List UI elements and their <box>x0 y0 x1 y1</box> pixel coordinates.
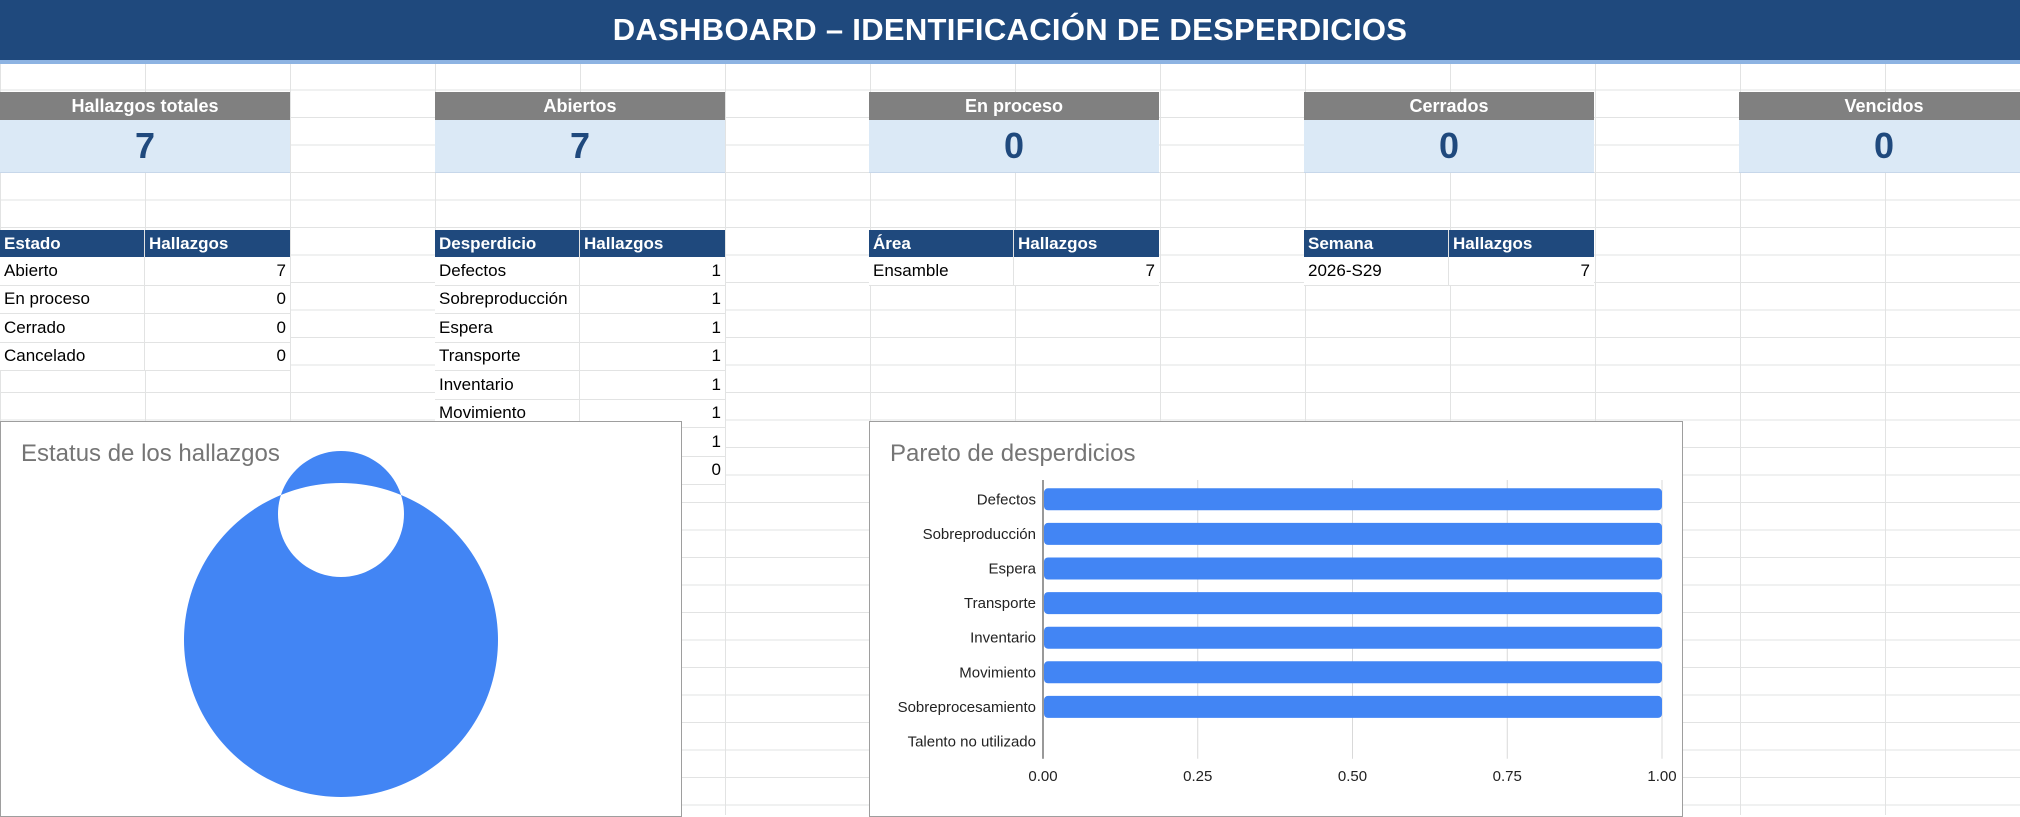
area-col-header: Área <box>869 230 1014 257</box>
donut-slice-abierto[interactable] <box>183 451 498 797</box>
kpi-open: Abiertos 7 <box>435 92 725 173</box>
waste-cell[interactable]: Defectos <box>435 257 580 285</box>
table-row[interactable]: Inventario 1 <box>435 371 725 400</box>
table-row[interactable]: Cancelado 0 <box>0 342 290 371</box>
kpi-total: Hallazgos totales 7 <box>0 92 290 173</box>
status-cell[interactable]: Abierto <box>0 257 145 285</box>
area-cell[interactable]: Ensamble <box>869 257 1014 285</box>
kpi-total-value[interactable]: 7 <box>0 120 290 173</box>
week-cell[interactable]: 2026-S29 <box>1304 257 1449 285</box>
status-chart[interactable]: Estatus de los hallazgos <box>0 421 682 817</box>
status-table-header: Estado Hallazgos <box>0 230 290 257</box>
table-row[interactable]: Espera 1 <box>435 314 725 343</box>
count-cell[interactable]: 1 <box>580 314 725 342</box>
status-col-header: Estado <box>0 230 145 257</box>
count-cell[interactable]: 7 <box>1449 257 1594 285</box>
kpi-in-process: En proceso 0 <box>869 92 1159 173</box>
week-col-header: Semana <box>1304 230 1449 257</box>
category-label: Movimiento <box>959 664 1036 681</box>
category-label: Defectos <box>977 491 1036 508</box>
kpi-overdue: Vencidos 0 <box>1739 92 2020 173</box>
count-cell[interactable]: 7 <box>1014 257 1159 285</box>
findings-col-header: Hallazgos <box>149 233 229 253</box>
bar-movimiento[interactable] <box>1044 661 1662 684</box>
status-cell[interactable]: En proceso <box>0 285 145 313</box>
count-cell[interactable]: 0 <box>145 343 290 371</box>
count-cell[interactable]: 0 <box>145 314 290 342</box>
count-cell[interactable]: 7 <box>145 257 290 285</box>
kpi-closed: Cerrados 0 <box>1304 92 1594 173</box>
waste-cell[interactable]: Sobreproducción <box>435 285 580 313</box>
week-table-header: Semana Hallazgos <box>1304 230 1594 257</box>
status-cell[interactable]: Cancelado <box>0 342 145 370</box>
table-row[interactable]: Transporte 1 <box>435 342 725 371</box>
findings-col-header: Hallazgos <box>1018 233 1098 253</box>
category-label: Inventario <box>970 630 1036 647</box>
category-label: Espera <box>988 561 1036 578</box>
waste-col-header: Desperdicio <box>435 230 580 257</box>
count-cell[interactable]: 0 <box>145 286 290 314</box>
week-table: Semana Hallazgos 2026-S29 7 <box>1304 230 1594 286</box>
kpi-total-label: Hallazgos totales <box>0 92 290 120</box>
category-label: Talento no utilizado <box>908 734 1036 751</box>
table-row[interactable]: En proceso 0 <box>0 285 290 314</box>
bar-sobreproducción[interactable] <box>1044 522 1662 545</box>
waste-cell[interactable]: Espera <box>435 314 580 342</box>
table-row[interactable]: 2026-S29 7 <box>1304 257 1594 286</box>
kpi-in-process-value[interactable]: 0 <box>869 120 1159 173</box>
table-row[interactable]: Defectos 1 <box>435 257 725 286</box>
pareto-chart-canvas: 0.00 0.25 0.50 0.75 1.00 Defectos Sobreproducc… <box>898 480 1677 785</box>
dashboard-title: DASHBOARD – IDENTIFICACIÓN DE DESPERDICI… <box>0 0 2020 64</box>
bar-defectos[interactable] <box>1044 488 1662 511</box>
count-cell[interactable]: 1 <box>580 371 725 399</box>
bar-sobreprocesamiento[interactable] <box>1044 695 1662 718</box>
waste-table-header: Desperdicio Hallazgos <box>435 230 725 257</box>
findings-col-header: Hallazgos <box>1453 233 1533 253</box>
findings-col-header: Hallazgos <box>584 233 664 253</box>
bar-espera[interactable] <box>1044 557 1662 580</box>
count-cell[interactable]: 1 <box>580 343 725 371</box>
waste-cell[interactable]: Transporte <box>435 342 580 370</box>
pareto-chart[interactable]: Pareto de desperdicios 0.00 0.25 0.50 0.75 1… <box>869 421 1683 817</box>
x-tick-label: 1.00 <box>1647 768 1676 785</box>
kpi-closed-value[interactable]: 0 <box>1304 120 1594 173</box>
count-cell[interactable]: 1 <box>580 257 725 285</box>
status-chart-canvas <box>183 451 498 797</box>
table-row[interactable]: Sobreproducción 1 <box>435 285 725 314</box>
kpi-overdue-label: Vencidos <box>1739 92 2020 120</box>
bar-transporte[interactable] <box>1044 592 1662 615</box>
table-row[interactable]: Ensamble 7 <box>869 257 1159 286</box>
category-label: Sobreproducción <box>923 526 1036 543</box>
kpi-in-process-label: En proceso <box>869 92 1159 120</box>
table-row[interactable]: Cerrado 0 <box>0 314 290 343</box>
bar-inventario[interactable] <box>1044 626 1662 649</box>
kpi-open-value[interactable]: 7 <box>435 120 725 173</box>
x-tick-label: 0.50 <box>1338 768 1367 785</box>
table-row[interactable]: Abierto 7 <box>0 257 290 286</box>
status-table: Estado Hallazgos Abierto 7 En proceso 0 Ce… <box>0 230 290 371</box>
x-tick-label: 0.00 <box>1028 768 1057 785</box>
x-tick-label: 0.25 <box>1183 768 1212 785</box>
kpi-overdue-value[interactable]: 0 <box>1739 120 2020 173</box>
kpi-open-label: Abiertos <box>435 92 725 120</box>
area-table: Área Hallazgos Ensamble 7 <box>869 230 1159 286</box>
category-label: Sobreprocesamiento <box>898 699 1036 716</box>
category-label: Transporte <box>964 595 1036 612</box>
status-cell[interactable]: Cerrado <box>0 314 145 342</box>
count-cell[interactable]: 1 <box>580 286 725 314</box>
waste-cell[interactable]: Inventario <box>435 371 580 399</box>
area-table-header: Área Hallazgos <box>869 230 1159 257</box>
kpi-closed-label: Cerrados <box>1304 92 1594 120</box>
x-tick-label: 0.75 <box>1493 768 1522 785</box>
